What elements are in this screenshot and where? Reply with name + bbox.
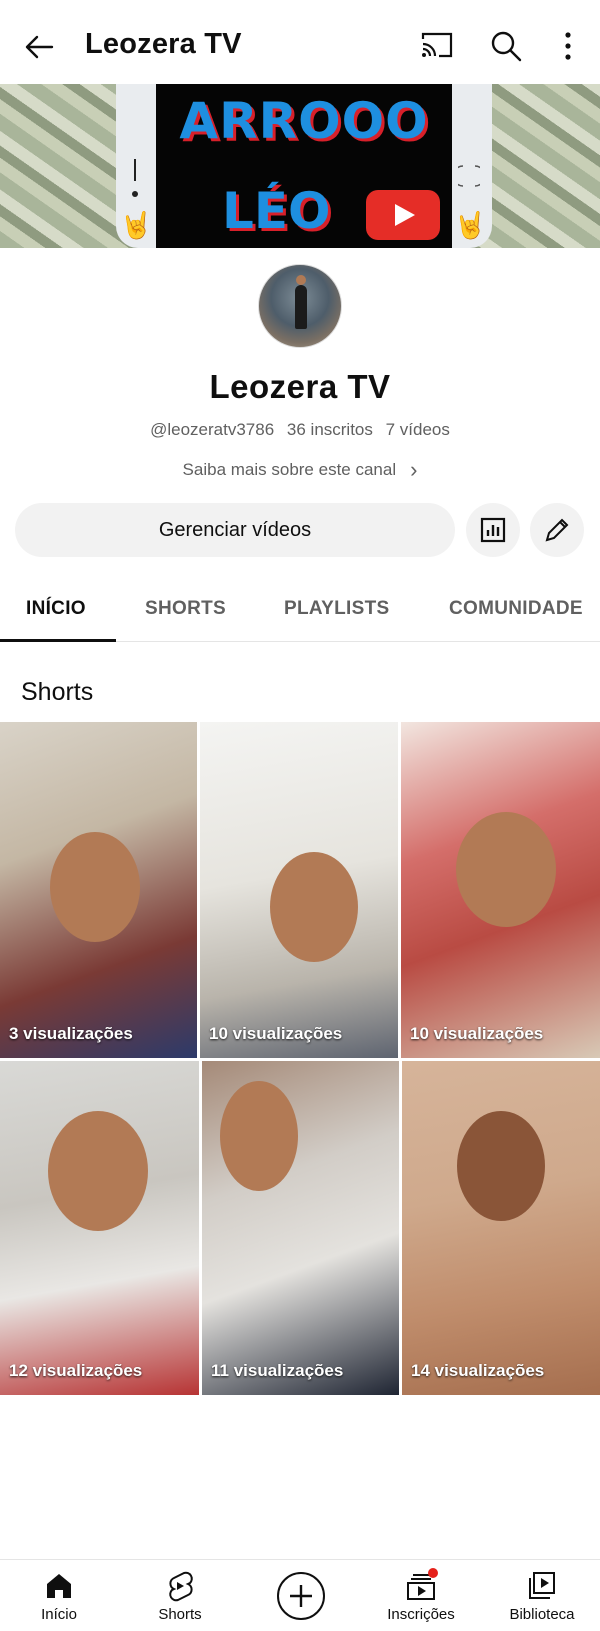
active-tab-indicator (0, 639, 116, 642)
banner-text-line2: LÉO (222, 182, 331, 240)
short-thumbnail[interactable]: 10 visualizações (200, 722, 398, 1058)
short-thumbnail[interactable]: 10 visualizações (401, 722, 600, 1058)
more-vert-icon[interactable] (556, 30, 580, 64)
nav-item-inscricoes[interactable]: Inscrições (371, 1570, 471, 1623)
search-icon[interactable] (490, 30, 524, 64)
thumbnail-face (220, 1081, 298, 1191)
back-arrow-icon[interactable] (22, 30, 56, 64)
nav-label-inicio: Início (41, 1606, 77, 1623)
create-plus-icon (290, 1585, 312, 1607)
about-channel-label: Saiba mais sobre este canal (182, 460, 397, 479)
channel-meta: @leozeratv3786 36 inscritos 7 vídeos (0, 420, 600, 440)
notification-badge (428, 1568, 438, 1578)
channel-banner: ARROOO LÉO 🤘 🤘 (0, 84, 600, 248)
analytics-icon (480, 517, 506, 543)
nav-item-biblioteca[interactable]: Biblioteca (492, 1570, 592, 1623)
library-icon (529, 1572, 555, 1599)
short-thumbnail[interactable]: 12 visualizações (0, 1061, 199, 1395)
chevron-right-icon: › (410, 457, 418, 482)
nav-label-inscricoes: Inscrições (387, 1606, 455, 1623)
short-view-count: 11 visualizações (211, 1361, 344, 1380)
video-count: 7 vídeos (385, 420, 450, 439)
thumbnail-face (456, 812, 556, 927)
banner-text-line1: ARROOO (179, 92, 429, 150)
phone-side-buttons-icon (458, 165, 480, 187)
avatar-figure-body (295, 285, 307, 329)
thumbnail-face (457, 1111, 545, 1221)
channel-name: Leozera TV (209, 368, 391, 405)
bottom-navigation: Início Shorts Inscrições Biblioteca (0, 1559, 600, 1631)
channel-tabs: INÍCIO SHORTS PLAYLISTS COMUNIDADE (0, 580, 600, 642)
subscriber-count: 36 inscritos (286, 420, 373, 439)
thumbnail-face (270, 852, 358, 962)
short-thumbnail[interactable]: 3 visualizações (0, 722, 197, 1058)
short-view-count: 14 visualizações (411, 1361, 545, 1380)
top-app-bar: Leozera TV (0, 0, 600, 84)
home-icon (47, 1574, 71, 1598)
short-view-count: 12 visualizações (9, 1361, 143, 1380)
avatar-figure-head (296, 275, 306, 285)
analytics-button[interactable] (466, 503, 520, 557)
create-button[interactable] (277, 1572, 325, 1620)
shorts-icon (169, 1571, 193, 1602)
rock-hand-icon: 🤘 (120, 210, 153, 240)
youtube-logo-icon (366, 190, 440, 240)
short-view-count: 3 visualizações (9, 1024, 133, 1043)
phone-side-buttons-icon (132, 159, 138, 197)
thumbnail-face (50, 832, 140, 942)
tab-inicio[interactable]: INÍCIO (26, 598, 86, 620)
tab-playlists[interactable]: PLAYLISTS (284, 598, 389, 620)
app-bar-title: Leozera TV (85, 28, 242, 60)
nav-label-shorts: Shorts (158, 1606, 202, 1623)
short-view-count: 10 visualizações (209, 1024, 343, 1043)
cast-icon[interactable] (420, 30, 454, 64)
channel-avatar[interactable] (258, 264, 342, 348)
channel-handle: @leozeratv3786 (150, 420, 275, 439)
short-thumbnail[interactable]: 11 visualizações (202, 1061, 399, 1395)
short-thumbnail[interactable]: 14 visualizações (402, 1061, 600, 1395)
manage-videos-button[interactable]: Gerenciar vídeos (15, 503, 455, 557)
rock-hand-icon: 🤘 (454, 210, 487, 240)
nav-item-inicio[interactable]: Início (9, 1570, 109, 1623)
short-view-count: 10 visualizações (410, 1024, 544, 1043)
nav-item-shorts[interactable]: Shorts (130, 1570, 230, 1623)
nav-label-biblioteca: Biblioteca (509, 1606, 575, 1623)
tab-shorts[interactable]: SHORTS (145, 598, 226, 620)
pencil-icon (545, 518, 569, 542)
tab-comunidade[interactable]: COMUNIDADE (449, 598, 583, 620)
edit-channel-button[interactable] (530, 503, 584, 557)
about-channel-link[interactable]: Saiba mais sobre este canal › (0, 455, 600, 482)
thumbnail-face (48, 1111, 148, 1231)
shorts-section-title: Shorts (21, 678, 94, 706)
